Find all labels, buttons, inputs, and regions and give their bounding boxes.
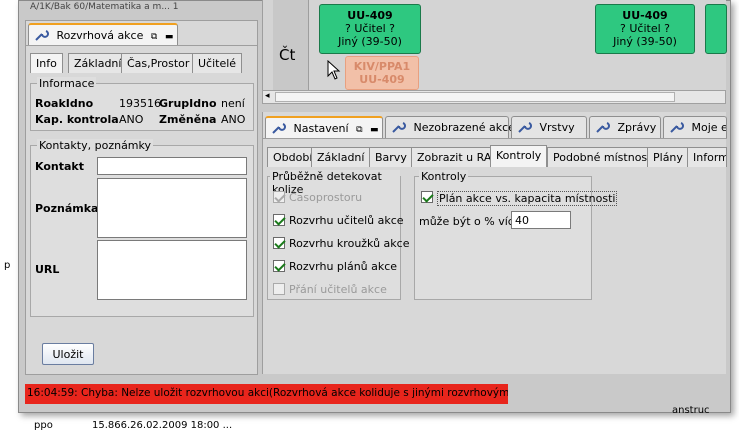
background-bottom-text: 15.866.26.02.2009 18:00 ... (92, 420, 233, 431)
tab-barvy[interactable]: Barvy (369, 147, 413, 167)
rozvrhu-ucitelu-checkbox[interactable] (273, 214, 285, 226)
roakidno-value: 193516 (119, 97, 161, 110)
poznamka-textarea[interactable] (97, 178, 247, 238)
prani-ucitelu-label: Přání učitelů akce (289, 283, 387, 296)
event-detail-panel: Rozvrhová akce ⧉ ▬ Info Základní Čas,Pro… (25, 20, 258, 375)
prani-ucitelu-checkbox[interactable] (273, 283, 285, 295)
mouse-cursor-icon (327, 60, 341, 80)
event-room: UU-409 (347, 9, 393, 22)
detach-icon[interactable]: ⧉ (151, 32, 157, 42)
rozvrhu-krouzku-label: Rozvrhu kroužků akce (289, 237, 410, 250)
day-label: Čt (279, 46, 296, 64)
kontakt-input[interactable] (97, 157, 247, 175)
rozvrhu-ucitelu-label: Rozvrhu učitelů akce (289, 214, 404, 227)
event-room: UU-409 (622, 9, 668, 22)
tab-vrstvy[interactable]: Vrstvy (511, 116, 587, 138)
previous-row-fragment: A/1K/Bak 60/Matematika a m... 1 (30, 2, 179, 12)
wrench-icon (670, 122, 684, 133)
background-left-text: p (4, 260, 11, 271)
contacts-group-title: Kontakty, poznámky (37, 139, 154, 152)
casoprostoru-checkbox[interactable] (273, 191, 285, 203)
schedule-event[interactable]: UU-409 ? Učitel ? Jiný (39-50) (319, 4, 421, 54)
error-status-bar: 16:04:59: Chyba: Nelze uložit rozvrhovou… (25, 384, 508, 404)
tab-info[interactable]: Info (30, 53, 63, 73)
percent-label: může být o % víc (419, 215, 514, 228)
plan-kapacita-checkbox[interactable] (421, 191, 433, 203)
tab-ucitele[interactable]: Učitelé (192, 53, 243, 73)
ghost-event-code: KIV/PPA1 (353, 60, 411, 73)
wrench-icon (35, 30, 49, 41)
wrench-icon (392, 122, 406, 133)
tab-plany[interactable]: Plány (647, 147, 689, 167)
tab-nastaveni[interactable]: Nastavení ⧉ ▬ (265, 116, 383, 138)
url-textarea[interactable] (97, 240, 247, 300)
wrench-icon (518, 122, 532, 133)
event-teacher: ? Učitel ? (345, 22, 395, 35)
grupidno-value: není (221, 97, 245, 110)
wrench-icon (272, 123, 286, 134)
tab-zobrazit-u-ra[interactable]: Zobrazit u RA (411, 147, 498, 167)
dragged-event-ghost[interactable]: KIV/PPA1 UU-409 (345, 56, 419, 90)
url-label: URL (35, 263, 60, 276)
tab-rozvrhova-akce-label: Rozvrhová akce (56, 29, 144, 42)
background-right-text: anstruc (672, 405, 710, 416)
tab-nezobrazene-akce[interactable]: Nezobrazené akce (385, 116, 515, 138)
rozvrhu-planu-checkbox[interactable] (273, 260, 285, 272)
kap-kontrola-label: Kap. kontrola (35, 113, 119, 126)
tab-zakladni[interactable]: Základní (68, 53, 128, 73)
scrollbar-thumb[interactable] (275, 92, 675, 102)
tab-podobne-mistnosti[interactable]: Podobné místnosti (547, 147, 661, 167)
horizontal-scrollbar[interactable]: ◂ (262, 90, 726, 104)
kontakt-label: Kontakt (35, 160, 84, 173)
detach-icon[interactable]: ⧉ (356, 125, 362, 135)
event-teacher: ? Učitel ? (620, 22, 670, 35)
tab-zakladni-settings[interactable]: Základní (311, 147, 371, 167)
collision-detection-group: Průběžně detekovat kolize Časoprostoru R… (267, 170, 409, 300)
info-group: Informace RoakIdno 193516 GrupIdno není … (30, 77, 254, 131)
poznamka-label: Poznámka (35, 202, 99, 215)
tab-kontroly[interactable]: Kontroly (490, 145, 548, 167)
event-type: Jiný (39-50) (338, 35, 402, 48)
rozvrhu-krouzku-checkbox[interactable] (273, 237, 285, 249)
wrench-icon (596, 122, 610, 133)
tab-rozvrhova-akce[interactable]: Rozvrhová akce ⧉ ▬ (28, 23, 178, 45)
save-button[interactable]: Uložit (42, 343, 94, 365)
contacts-group: Kontakty, poznámky Kontakt Poznámka URL (30, 139, 254, 317)
schedule-event-partial[interactable] (705, 4, 727, 54)
tab-zpravy[interactable]: Zprávy (589, 116, 661, 138)
minimize-icon[interactable]: ▬ (370, 125, 379, 135)
tab-moje-label: Moje en (691, 121, 727, 134)
percent-input[interactable]: 40 (511, 211, 571, 229)
info-group-title: Informace (37, 77, 97, 90)
rozvrhu-planu-label: Rozvrhu plánů akce (289, 260, 398, 273)
tab-moje[interactable]: Moje en (663, 116, 727, 138)
grupidno-label: GrupIdno (159, 97, 217, 110)
plan-kapacita-label: Plán akce vs. kapacita místnosti (437, 191, 618, 206)
kap-kontrola-value: ANO (119, 113, 144, 126)
tab-cas-prostor[interactable]: Čas,Prostor (121, 53, 196, 73)
controls-group: Kontroly Plán akce vs. kapacita místnost… (414, 170, 618, 300)
tab-nezobrazene-akce-label: Nezobrazené akce (413, 121, 515, 134)
tab-inform[interactable]: Inform (687, 147, 727, 167)
scroll-left-icon[interactable]: ◂ (265, 91, 270, 101)
schedule-grid[interactable]: Čt UU-409 ? Učitel ? Jiný (39-50) UU-409… (262, 0, 727, 92)
controls-group-title: Kontroly (419, 170, 469, 183)
tab-vrstvy-label: Vrstvy (539, 121, 575, 134)
tab-zpravy-label: Zprávy (617, 121, 657, 134)
zmenena-value: ANO (221, 113, 246, 126)
casoprostoru-label: Časoprostoru (289, 191, 363, 204)
zmenena-label: Změněna (159, 113, 217, 126)
settings-panel: Nastavení ⧉ ▬ Nezobrazené akce Vrstvy Zp… (262, 112, 727, 374)
minimize-icon[interactable]: ▬ (165, 32, 174, 42)
event-type: Jiný (39-50) (613, 35, 677, 48)
background-bottom-left-text: ppo (34, 420, 53, 431)
roakidno-label: RoakIdno (35, 97, 94, 110)
tab-nastaveni-label: Nastavení (293, 122, 349, 135)
ghost-event-room: UU-409 (359, 73, 405, 86)
schedule-event[interactable]: UU-409 ? Učitel ? Jiný (39-50) (595, 4, 695, 54)
